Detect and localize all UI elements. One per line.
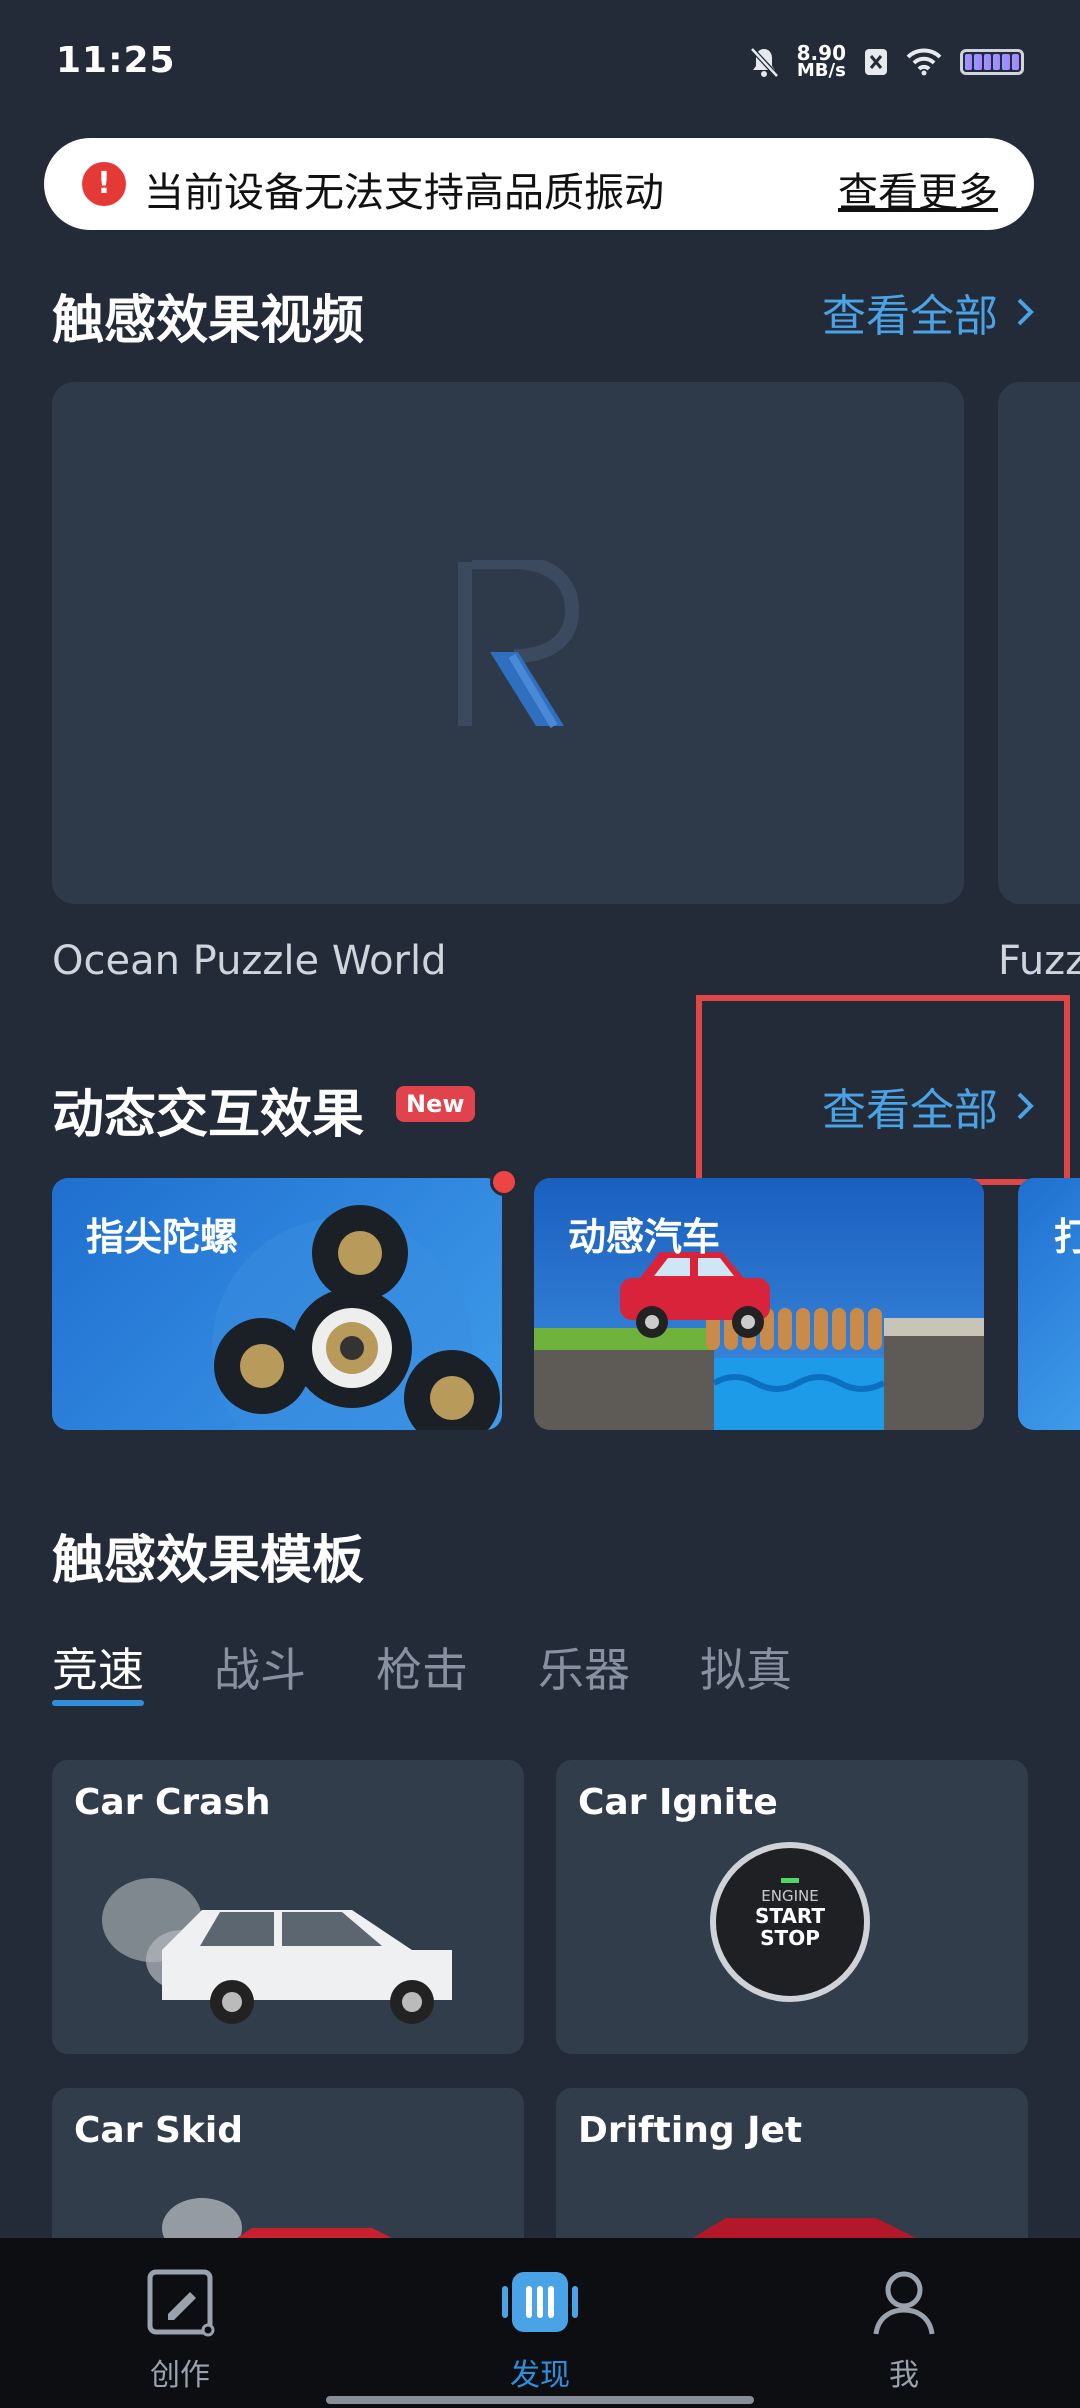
template-title: Drifting Jet xyxy=(578,2110,803,2151)
tab-gunshot[interactable]: 枪击 xyxy=(376,1634,468,1700)
unread-dot xyxy=(490,1168,518,1196)
dynamic-section-title: 动态交互效果 xyxy=(52,1085,365,1145)
nav-label: 发现 xyxy=(510,2358,570,2393)
warning-banner: ! 当前设备无法支持高品质振动 查看更多 xyxy=(44,138,1034,230)
nav-label: 我 xyxy=(889,2358,919,2393)
effect-card-label: 打 xyxy=(1054,1215,1080,1259)
effect-card-car[interactable]: 动感汽车 xyxy=(534,1178,984,1430)
videos-section-title: 触感效果视频 xyxy=(52,291,365,351)
tab-instrument[interactable]: 乐器 xyxy=(538,1634,630,1700)
bottom-navigation: 创作 发现 我 xyxy=(0,2238,1080,2408)
status-icons: 8.90 MB/s xyxy=(749,41,1024,81)
video-caption: Fuzz xyxy=(998,938,1080,984)
template-title: Car Skid xyxy=(74,2110,243,2151)
video-card[interactable] xyxy=(52,382,964,904)
template-title: Car Crash xyxy=(74,1782,271,1823)
create-edit-icon xyxy=(147,2269,215,2337)
nav-me[interactable]: 我 xyxy=(804,2268,1004,2394)
tab-racing[interactable]: 竞速 xyxy=(52,1634,144,1700)
x-box-icon xyxy=(865,49,887,75)
battery-icon xyxy=(960,49,1024,75)
new-badge: New xyxy=(396,1086,475,1122)
effect-card-partial[interactable]: 打 xyxy=(1018,1178,1080,1430)
template-card-car-ignite[interactable]: Car Ignite ENGINE START STOP xyxy=(556,1760,1028,2054)
home-indicator[interactable] xyxy=(326,2396,754,2404)
nav-create[interactable]: 创作 xyxy=(80,2268,280,2394)
engine-start-button-image: ENGINE START STOP xyxy=(710,1842,870,2002)
highlight-box xyxy=(696,995,1070,1185)
videos-see-all-button[interactable]: 查看全部 xyxy=(822,280,1036,344)
mute-bell-icon xyxy=(749,47,779,78)
templates-section-title: 触感效果模板 xyxy=(52,1531,365,1591)
effect-card-spinner[interactable]: 指尖陀螺 xyxy=(52,1178,502,1430)
see-more-link[interactable]: 查看更多 xyxy=(838,160,998,218)
template-card-car-crash[interactable]: Car Crash xyxy=(52,1760,524,2054)
warning-icon: ! xyxy=(82,162,126,206)
indicator-light xyxy=(781,1878,799,1883)
tab-combat[interactable]: 战斗 xyxy=(214,1634,306,1700)
effect-card-label: 指尖陀螺 xyxy=(86,1215,239,1259)
status-time: 11:25 xyxy=(56,40,176,81)
nav-discover[interactable]: 发现 xyxy=(440,2268,640,2394)
active-tab-indicator xyxy=(52,1700,144,1706)
tab-realistic[interactable]: 拟真 xyxy=(700,1634,792,1700)
fidget-spinner-icon xyxy=(212,1205,500,1430)
video-card[interactable] xyxy=(998,382,1080,904)
video-caption: Ocean Puzzle World xyxy=(52,938,447,984)
chevron-right-icon xyxy=(1017,298,1034,326)
template-title: Car Ignite xyxy=(578,1782,778,1823)
banner-message: 当前设备无法支持高品质振动 xyxy=(144,170,664,216)
user-profile-icon xyxy=(873,2271,935,2335)
effect-card-label: 动感汽车 xyxy=(568,1215,721,1259)
wifi-icon xyxy=(906,48,942,76)
discover-icon xyxy=(502,2272,578,2332)
crashed-car-icon xyxy=(102,1878,452,2024)
network-speed: 8.90 MB/s xyxy=(796,41,846,81)
app-logo-icon xyxy=(458,560,580,729)
nav-label: 创作 xyxy=(150,2358,210,2393)
